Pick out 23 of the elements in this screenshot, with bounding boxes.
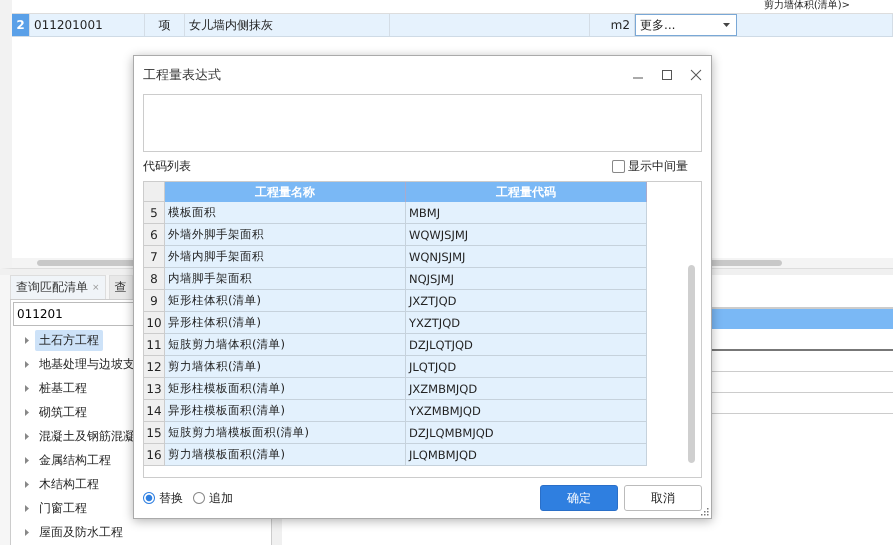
radio-label: 替换 [159, 490, 183, 506]
window-title: 工程量表达式 [143, 67, 221, 84]
radio-label: 追加 [209, 490, 233, 506]
section-label: 代码列表 [143, 158, 191, 175]
row-number: 11 [144, 334, 165, 356]
column-header: 工程量名称 [165, 182, 406, 202]
table-cell: 011201001 [30, 14, 145, 36]
row-number: 10 [144, 312, 165, 334]
row-number: 16 [144, 444, 165, 466]
row-number: 14 [144, 400, 165, 422]
row-number: 15 [144, 422, 165, 444]
table-cell: 女儿墙内侧抹灰 [185, 14, 390, 36]
row-number: 8 [144, 268, 165, 290]
row-number: 12 [144, 356, 165, 378]
row-number: 2 [12, 14, 30, 36]
row-number: 5 [144, 202, 165, 224]
row-number: 6 [144, 224, 165, 246]
table-cell: 项 [145, 14, 185, 36]
row-number: 7 [144, 246, 165, 268]
row-number: 13 [144, 378, 165, 400]
row-number: 9 [144, 290, 165, 312]
checkbox-label: 显示中间量 [628, 158, 688, 175]
column-header: 工程量代码 [406, 182, 647, 202]
